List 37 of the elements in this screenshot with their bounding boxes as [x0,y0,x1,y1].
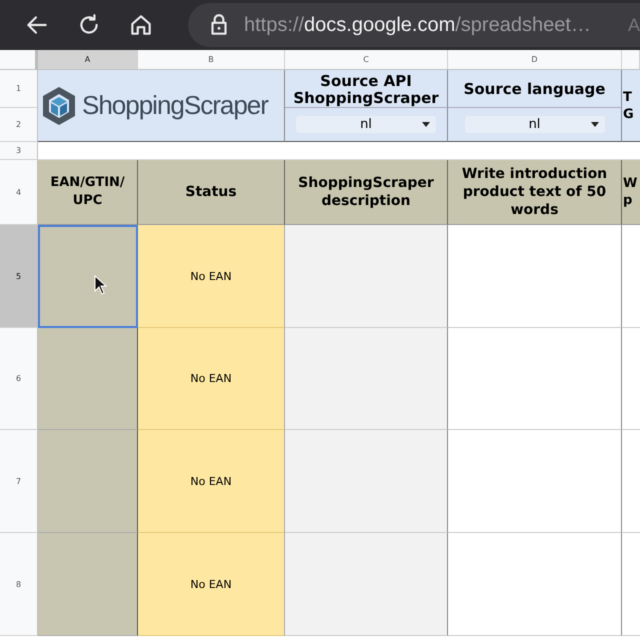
column-header[interactable] [622,50,640,70]
header-cell: EAN/GTIN/UPC [38,160,138,225]
row-number[interactable]: 2 [0,108,38,142]
logo-text: ShoppingScraper [82,90,268,121]
header-text: W [623,175,638,192]
column-header[interactable]: C [285,50,448,70]
status-cell: No EAN [138,328,285,430]
header-text: G [623,106,635,122]
mouse-pointer-icon [94,275,108,295]
setting-label: Source API ShoppingScraper [285,70,448,108]
caret-icon [422,122,430,127]
column-header[interactable]: D [448,50,622,70]
setting-label: Source language [448,70,622,108]
status-cell: No EAN [138,225,285,328]
dropdown[interactable]: nl [464,116,604,133]
row-number[interactable]: 3 [0,142,38,160]
caret-icon [590,122,598,127]
row-number[interactable]: 5 [0,225,38,328]
header-cell: Write introduction product text of 50 words [448,160,622,225]
header-cell: Status [138,160,285,225]
header-cell: ShoppingScraper description [285,160,448,225]
row-number[interactable]: 7 [0,430,38,533]
status-cell: No EAN [138,430,285,533]
row-number[interactable]: 1 [0,70,38,108]
dropdown[interactable]: nl [296,116,436,133]
row-number[interactable]: 8 [0,533,38,636]
row-number[interactable]: 4 [0,160,38,225]
header-text: T [623,88,633,106]
address-bar[interactable]: https://docs.google.com/spreadsheet… A [188,3,640,47]
toolbar-text: A [628,14,640,36]
url-text: https://docs.google.com/spreadsheet… [244,14,591,36]
header-text: p [623,192,634,209]
column-header[interactable]: A [38,50,138,70]
status-cell: No EAN [138,533,285,636]
sheet-corner[interactable] [0,50,38,70]
row-number[interactable]: 6 [0,328,38,430]
column-header[interactable]: B [138,50,285,70]
